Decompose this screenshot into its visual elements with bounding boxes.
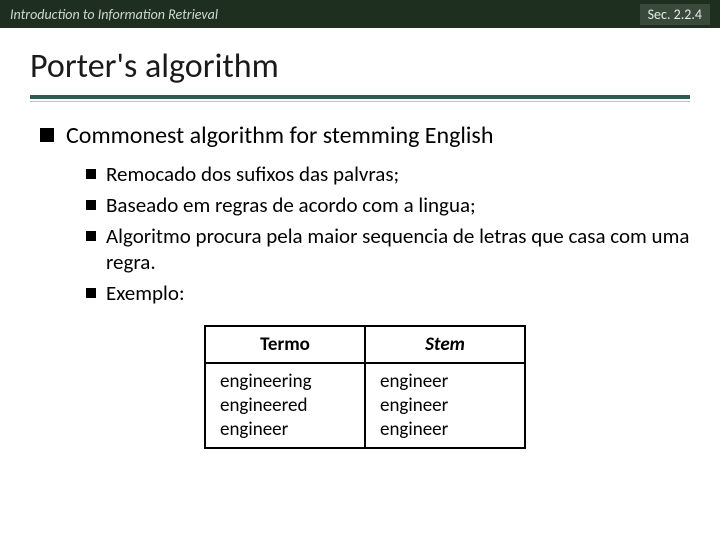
square-bullet-icon xyxy=(40,128,54,142)
bullet-text: Baseado em regras de acordo com a lingua… xyxy=(106,192,476,219)
example-table: Termo Stem engineeringengineeredengineer… xyxy=(204,325,526,449)
bullet-text: Commonest algorithm for stemming English xyxy=(66,122,493,151)
title-area: Porter's algorithm xyxy=(0,28,720,108)
title-rule-thick xyxy=(30,95,690,99)
slide-title: Porter's algorithm xyxy=(30,46,690,87)
bullet-text: Exemplo: xyxy=(106,280,185,307)
square-bullet-icon xyxy=(86,200,96,210)
bullet-level1: Commonest algorithm for stemming English xyxy=(40,122,690,151)
table-header-termo: Termo xyxy=(205,326,365,363)
bullet-level2: Baseado em regras de acordo com a lingua… xyxy=(86,192,690,219)
content-area: Commonest algorithm for stemming English… xyxy=(0,108,720,449)
bullet-level2: Algoritmo procura pela maior sequencia d… xyxy=(86,223,690,277)
table-row: engineeringengineeredengineer engineeren… xyxy=(205,363,525,448)
bullet-text: Algoritmo procura pela maior sequencia d… xyxy=(106,223,690,277)
course-title: Introduction to Information Retrieval xyxy=(10,6,218,23)
table-cell-termo: engineeringengineeredengineer xyxy=(205,363,365,448)
bullet-text: Remocado dos sufixos das palvras; xyxy=(106,161,399,188)
bullet-level2: Remocado dos sufixos das palvras; xyxy=(86,161,690,188)
example-table-wrap: Termo Stem engineeringengineeredengineer… xyxy=(40,325,690,449)
table-cell-stem: engineerengineerengineer xyxy=(365,363,525,448)
bullet-level2: Exemplo: xyxy=(86,280,690,307)
section-label: Sec. 2.2.4 xyxy=(640,4,710,25)
square-bullet-icon xyxy=(86,231,96,241)
table-header-stem: Stem xyxy=(365,326,525,363)
square-bullet-icon xyxy=(86,288,96,298)
slide: Introduction to Information Retrieval Se… xyxy=(0,0,720,540)
title-rule-thin xyxy=(30,101,690,102)
sub-bullets: Remocado dos sufixos das palvras; Basead… xyxy=(40,161,690,307)
top-bar: Introduction to Information Retrieval Se… xyxy=(0,0,720,28)
square-bullet-icon xyxy=(86,169,96,179)
table-header-row: Termo Stem xyxy=(205,326,525,363)
